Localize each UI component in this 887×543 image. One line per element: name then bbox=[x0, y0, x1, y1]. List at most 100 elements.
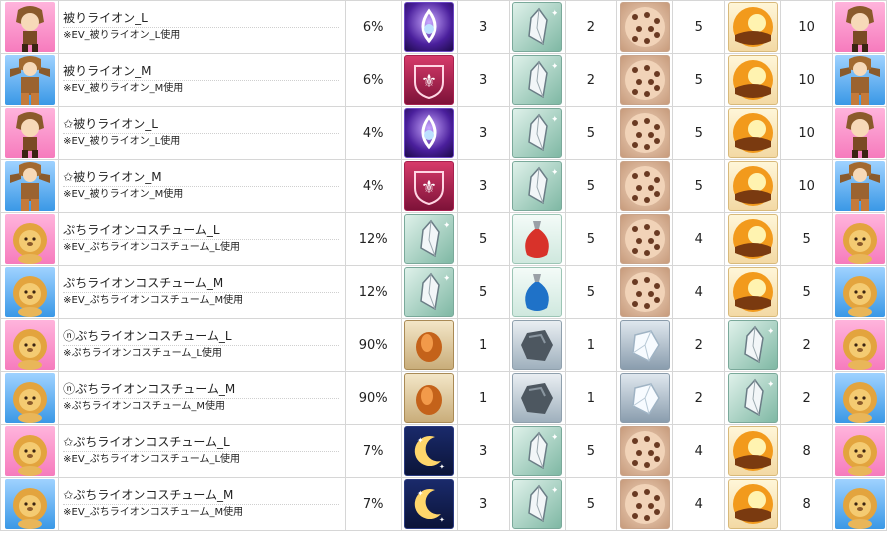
crystal-shard-icon: ✦ bbox=[404, 214, 455, 264]
svg-text:✦: ✦ bbox=[551, 62, 557, 72]
material-qty: 5 bbox=[564, 106, 618, 160]
svg-text:✦: ✦ bbox=[767, 380, 773, 390]
material-qty: 4 bbox=[672, 212, 726, 266]
success-rate: 12% bbox=[344, 212, 402, 266]
result-avatar bbox=[834, 320, 885, 370]
material-qty: 4 bbox=[672, 477, 726, 531]
svg-text:✦: ✦ bbox=[417, 489, 424, 498]
success-rate: 6% bbox=[344, 0, 402, 54]
avatar bbox=[4, 320, 55, 370]
material-qty: 10 bbox=[780, 159, 833, 213]
crescent-moon-icon: ✦ ✦ bbox=[404, 426, 455, 476]
svg-text:✦: ✦ bbox=[551, 9, 557, 19]
crystal-shard-icon: ✦ bbox=[512, 426, 563, 476]
table-row: ぷちライオンコスチューム_M ※EV_ぷちライオンコスチューム_M使用 12% … bbox=[0, 265, 887, 319]
item-note: ※EV_ぷちライオンコスチューム_M使用 bbox=[63, 295, 244, 306]
success-rate: 4% bbox=[344, 159, 402, 213]
item-name: ✩ぷちライオンコスチューム_L bbox=[63, 435, 339, 452]
material-qty: 5 bbox=[672, 0, 726, 54]
success-rate: 7% bbox=[344, 477, 402, 531]
result-avatar bbox=[834, 2, 885, 52]
item-note: ※EV_被りライオン_M使用 bbox=[63, 83, 184, 94]
recipe-table: 被りライオン_L ※EV_被りライオン_L使用 6% 3 ✦ 2 5 10 被り… bbox=[0, 0, 887, 531]
item-note: ※EV_被りライオン_L使用 bbox=[63, 30, 181, 41]
item-name: 被りライオン_M bbox=[63, 64, 339, 81]
material-qty: 3 bbox=[456, 53, 510, 107]
material-qty: 3 bbox=[456, 0, 510, 54]
item-name: ぷちライオンコスチューム_M bbox=[63, 276, 339, 293]
sunset-orb-icon bbox=[727, 214, 778, 264]
sunset-orb-icon bbox=[727, 55, 778, 105]
sunset-orb-icon bbox=[727, 426, 778, 476]
result-avatar bbox=[834, 426, 885, 476]
avatar bbox=[4, 2, 55, 52]
material-qty: 5 bbox=[564, 424, 618, 478]
avatar bbox=[4, 479, 55, 529]
material-qty: 10 bbox=[780, 0, 833, 54]
clear-crystal-icon bbox=[619, 373, 670, 423]
material-qty: 1 bbox=[456, 371, 510, 425]
crystal-shard-icon: ✦ bbox=[512, 479, 563, 529]
item-note: ※EV_被りライオン_L使用 bbox=[63, 136, 181, 147]
leopard-pattern-icon bbox=[619, 55, 670, 105]
red-pouch-icon bbox=[512, 214, 563, 264]
material-qty: 8 bbox=[780, 424, 833, 478]
sunset-orb-icon bbox=[727, 161, 778, 211]
leopard-pattern-icon bbox=[619, 2, 670, 52]
material-qty: 5 bbox=[564, 212, 618, 266]
crystal-shard-icon: ✦ bbox=[512, 2, 563, 52]
material-qty: 2 bbox=[672, 371, 726, 425]
fleur-de-lis-shield-icon: ⚜ bbox=[404, 55, 455, 105]
crystal-shard-icon: ✦ bbox=[404, 267, 455, 317]
material-qty: 5 bbox=[564, 477, 618, 531]
svg-text:⚜: ⚜ bbox=[421, 177, 437, 198]
material-qty: 10 bbox=[780, 106, 833, 160]
table-row: ぷちライオンコスチューム_L ※EV_ぷちライオンコスチューム_L使用 12% … bbox=[0, 212, 887, 266]
material-qty: 2 bbox=[780, 318, 833, 372]
material-qty: 2 bbox=[672, 318, 726, 372]
material-qty: 3 bbox=[456, 159, 510, 213]
leopard-pattern-icon bbox=[619, 161, 670, 211]
crystal-shard-icon: ✦ bbox=[512, 108, 563, 158]
material-qty: 8 bbox=[780, 477, 833, 531]
result-avatar bbox=[834, 161, 885, 211]
material-qty: 1 bbox=[564, 371, 618, 425]
blue-pouch-icon bbox=[512, 267, 563, 317]
avatar bbox=[4, 267, 55, 317]
material-qty: 2 bbox=[780, 371, 833, 425]
svg-text:✦: ✦ bbox=[417, 436, 424, 445]
item-note: ※EV_ぷちライオンコスチューム_L使用 bbox=[63, 454, 241, 465]
table-row: 被りライオン_L ※EV_被りライオン_L使用 6% 3 ✦ 2 5 10 bbox=[0, 0, 887, 54]
grey-stone-icon bbox=[512, 320, 563, 370]
svg-text:✦: ✦ bbox=[439, 516, 445, 524]
success-rate: 12% bbox=[344, 265, 402, 319]
table-row: 被りライオン_M ※EV_被りライオン_M使用 6% ⚜ 3 ✦ 2 5 10 bbox=[0, 53, 887, 107]
item-name: ✩ぷちライオンコスチューム_M bbox=[63, 488, 339, 505]
material-qty: 5 bbox=[456, 212, 510, 266]
table-row: ⓝぷちライオンコスチューム_M ※ぷちライオンコスチューム_M使用 90% 1 … bbox=[0, 371, 887, 425]
success-rate: 7% bbox=[344, 424, 402, 478]
material-qty: 5 bbox=[672, 106, 726, 160]
svg-text:✦: ✦ bbox=[551, 168, 557, 178]
material-qty: 4 bbox=[672, 265, 726, 319]
result-avatar bbox=[834, 479, 885, 529]
table-row: ⓝぷちライオンコスチューム_L ※ぷちライオンコスチューム_L使用 90% 1 … bbox=[0, 318, 887, 372]
item-note: ※EV_ぷちライオンコスチューム_M使用 bbox=[63, 507, 244, 518]
svg-text:✦: ✦ bbox=[443, 221, 449, 231]
material-qty: 3 bbox=[456, 106, 510, 160]
leopard-pattern-icon bbox=[619, 267, 670, 317]
result-avatar bbox=[834, 55, 885, 105]
item-note: ※EV_ぷちライオンコスチューム_L使用 bbox=[63, 242, 241, 253]
leopard-pattern-icon bbox=[619, 426, 670, 476]
crescent-moon-icon: ✦ ✦ bbox=[404, 479, 455, 529]
svg-text:✦: ✦ bbox=[551, 115, 557, 125]
success-rate: 90% bbox=[344, 318, 402, 372]
item-name: ⓝぷちライオンコスチューム_M bbox=[63, 382, 339, 399]
material-qty: 5 bbox=[672, 159, 726, 213]
item-name: ✩被りライオン_M bbox=[63, 170, 339, 187]
table-row: ✩被りライオン_M ※EV_被りライオン_M使用 4% ⚜ 3 ✦ 5 5 10 bbox=[0, 159, 887, 213]
material-qty: 5 bbox=[456, 265, 510, 319]
material-qty: 5 bbox=[780, 212, 833, 266]
item-name: 被りライオン_L bbox=[63, 11, 339, 28]
material-qty: 3 bbox=[456, 477, 510, 531]
